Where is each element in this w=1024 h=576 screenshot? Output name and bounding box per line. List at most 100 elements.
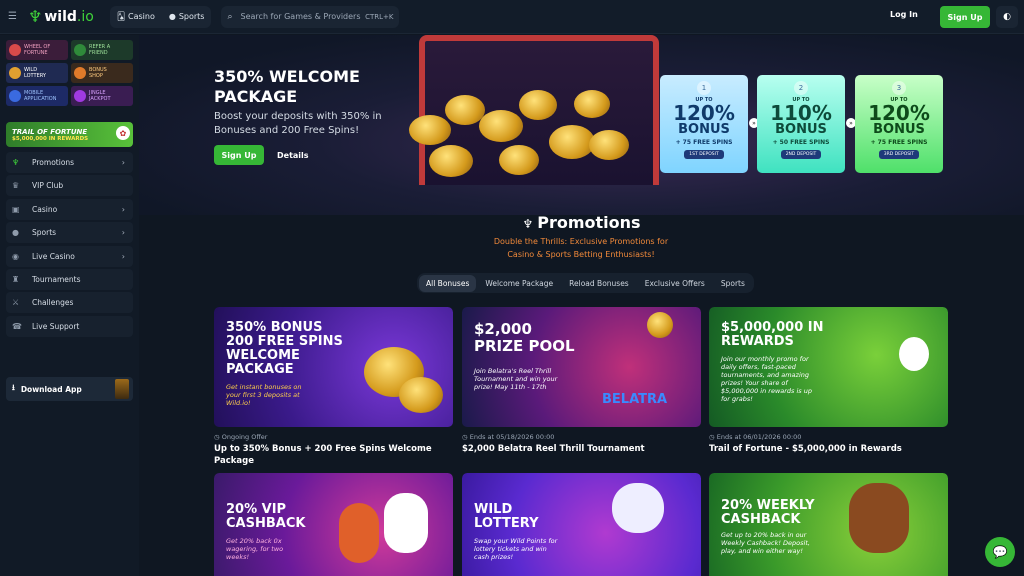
search-icon: ⌕ <box>227 11 233 22</box>
swords-icon: ⚔ <box>12 298 20 308</box>
tab-casino-label: Casino <box>128 12 155 21</box>
login-button[interactable]: Log In <box>890 10 918 19</box>
promo-card[interactable]: $2,000 PRIZE POOL Join Belatra's Reel Th… <box>462 307 701 455</box>
tab-sports[interactable]: ● Sports <box>162 6 212 28</box>
logo-suffix: .io <box>76 8 94 25</box>
chat-icon[interactable]: 💬 <box>985 537 1015 567</box>
promo-card-image: $5,000,000 IN REWARDS Join our monthly p… <box>709 307 948 427</box>
tile-wild-lottery[interactable]: WILD LOTTERY <box>6 63 68 83</box>
mascot-icon: ✿ <box>116 126 130 140</box>
sidebar-item-promotions[interactable]: ♆ Promotions › <box>6 152 133 173</box>
casino-icon: 🂡 <box>116 12 125 21</box>
search-input[interactable]: ⌕ Search for Games & Providers CTRL+K <box>221 5 400 28</box>
chevron-right-icon: › <box>121 228 125 238</box>
download-icon: ⭳ <box>12 383 15 392</box>
cat-mascot-image <box>384 493 428 553</box>
sidebar-item-tournaments[interactable]: ♜ Tournaments <box>6 268 133 290</box>
download-app-button[interactable]: ⭳ Download App <box>6 377 133 401</box>
settings-icon[interactable]: ◐ <box>996 6 1018 28</box>
sidebar-item-challenges[interactable]: ⚔ Challenges <box>6 292 133 314</box>
tab-sports-label: Sports <box>178 12 205 21</box>
top-header: ☰ ♆ wild .io 🂡 Casino ● Sports ⌕ Search f… <box>0 0 1024 34</box>
hero-banner: 350% WELCOME PACKAGE Boost your deposits… <box>139 35 1024 215</box>
promo-card[interactable]: 350% BONUS 200 FREE SPINS WELCOME PACKAG… <box>214 307 453 467</box>
mobile-icon <box>9 90 21 102</box>
sidebar-tiles: WHEEL OF FORTUNE REFER A FRIEND WILD LOTTER… <box>6 40 133 106</box>
tile-jingle-jackpot[interactable]: JINGLE JACKPOT <box>71 86 133 106</box>
search-shortcut: CTRL+K <box>365 12 394 21</box>
promo-card-meta: ◷ Ongoing Offer <box>214 433 268 441</box>
promo-card-image: 350% BONUS 200 FREE SPINS WELCOME PACKAG… <box>214 307 453 427</box>
sidebar-item-live-casino[interactable]: ◉ Live Casino › <box>6 245 133 267</box>
deposit-bonus-card-3: 3 UP TO 120% BONUS + 75 FREE SPINS 3RD D… <box>855 75 943 173</box>
promo-card-image: 20% VIP CASHBACK Get 20% back 0x wagerin… <box>214 473 453 576</box>
filter-welcome-package[interactable]: Welcome Package <box>478 275 560 292</box>
filter-sports[interactable]: Sports <box>714 275 752 292</box>
friend-icon <box>74 44 86 56</box>
promo-card[interactable]: 20% WEEKLY CASHBACK Get up to 20% back i… <box>709 473 948 576</box>
hero-details-link[interactable]: Details <box>277 151 309 160</box>
promo-card-image: 20% WEEKLY CASHBACK Get up to 20% back i… <box>709 473 948 576</box>
promotion-filters: All Bonuses Welcome Package Reload Bonus… <box>417 273 754 293</box>
hero-subtitle: Boost your deposits with 350% in Bonuses… <box>214 111 382 136</box>
sidebar-item-live-support[interactable]: ☎ Live Support <box>6 315 133 337</box>
logo-text: wild <box>44 8 77 25</box>
lottery-icon <box>9 67 21 79</box>
tile-mobile-application[interactable]: MOBILE APPLICATION <box>6 86 68 106</box>
promotions-icon: ♆ <box>522 217 534 231</box>
live-casino-icon: ◉ <box>12 251 19 261</box>
filter-reload-bonuses[interactable]: Reload Bonuses <box>562 275 636 292</box>
sidebar-item-vip-club[interactable]: ♛ VIP Club <box>6 175 133 197</box>
belatra-logo: BELATRA <box>602 392 668 407</box>
promo-card-meta: ◷ Ends at 05/18/2026 00:00 <box>462 433 555 441</box>
hero-signup-button[interactable]: Sign Up <box>214 145 264 165</box>
download-app-label: Download App <box>20 384 82 394</box>
sports-icon: ● <box>12 228 19 238</box>
product-tabs: 🂡 Casino ● Sports <box>109 5 212 28</box>
casino-icon: ▣ <box>12 204 20 214</box>
tab-casino[interactable]: 🂡 Casino <box>110 6 162 28</box>
sidebar-item-casino[interactable]: ▣ Casino › <box>6 198 133 220</box>
promo-card-image: $2,000 PRIZE POOL Join Belatra's Reel Th… <box>462 307 701 427</box>
signup-button[interactable]: Sign Up <box>940 6 990 28</box>
promo-card-title: $2,000 Belatra Reel Thrill Tournament <box>462 444 645 454</box>
sports-icon: ● <box>168 12 176 21</box>
promo-card[interactable]: 20% VIP CASHBACK Get 20% back 0x wagerin… <box>214 473 453 576</box>
tile-wheel-of-fortune[interactable]: WHEEL OF FORTUNE <box>6 40 68 60</box>
trail-of-fortune-banner[interactable]: TRAIL OF FORTUNE $5,000,000 IN REWARDS ✿ <box>6 122 133 147</box>
chevron-right-icon: › <box>121 204 125 214</box>
sidebar-menu: ♆ Promotions › ♛ VIP Club ▣ Casino › ● S… <box>6 152 133 339</box>
promo-card[interactable]: $5,000,000 IN REWARDS Join our monthly p… <box>709 307 948 455</box>
treasure-chest-image <box>379 35 699 210</box>
jackpot-icon <box>74 90 86 102</box>
chevron-right-icon: › <box>121 251 125 261</box>
hero-title: 350% WELCOME PACKAGE <box>214 67 360 106</box>
sidebar: WHEEL OF FORTUNE REFER A FRIEND WILD LOTTER… <box>0 35 139 576</box>
trail-title: TRAIL OF FORTUNE <box>12 127 88 136</box>
fox-mascot-image <box>339 503 379 563</box>
deposit-bonus-card-1: 1 UP TO 120% BONUS + 75 FREE SPINS 1ST D… <box>660 75 748 173</box>
promotions-icon: ♆ <box>12 158 20 167</box>
beaver-mascot-image <box>849 483 909 553</box>
mascot-image <box>899 337 929 371</box>
menu-icon[interactable]: ☰ <box>8 11 28 22</box>
filter-exclusive-offers[interactable]: Exclusive Offers <box>638 275 712 292</box>
promotions-subtitle: Double the Thrills: Exclusive Promotions… <box>493 237 669 259</box>
shop-icon <box>74 67 86 79</box>
promo-card-meta: ◷ Ends at 06/01/2026 00:00 <box>709 433 802 441</box>
deposit-bonus-card-2: 2 UP TO 110% BONUS + 50 FREE SPINS 2ND D… <box>757 75 845 173</box>
sidebar-item-sports[interactable]: ● Sports › <box>6 222 133 244</box>
vip-icon: ♛ <box>12 181 20 191</box>
logo[interactable]: ♆ wild .io <box>28 7 94 26</box>
promo-card[interactable]: WILD LOTTERY Swap your Wild Points for l… <box>462 473 701 576</box>
promotions-heading: ♆ Promotions <box>522 213 641 232</box>
dog-mascot-image <box>612 483 664 533</box>
support-icon: ☎ <box>12 321 22 331</box>
tile-bonus-shop[interactable]: BONUS SHOP <box>71 63 133 83</box>
phone-image <box>115 379 129 399</box>
tile-refer-a-friend[interactable]: REFER A FRIEND <box>71 40 133 60</box>
promo-card-title: Trail of Fortune - $5,000,000 in Rewards <box>709 444 902 454</box>
promo-card-title: Up to 350% Bonus + 200 Free Spins Welcom… <box>214 444 432 466</box>
filter-all-bonuses[interactable]: All Bonuses <box>419 274 477 292</box>
search-placeholder: Search for Games & Providers <box>240 12 361 21</box>
